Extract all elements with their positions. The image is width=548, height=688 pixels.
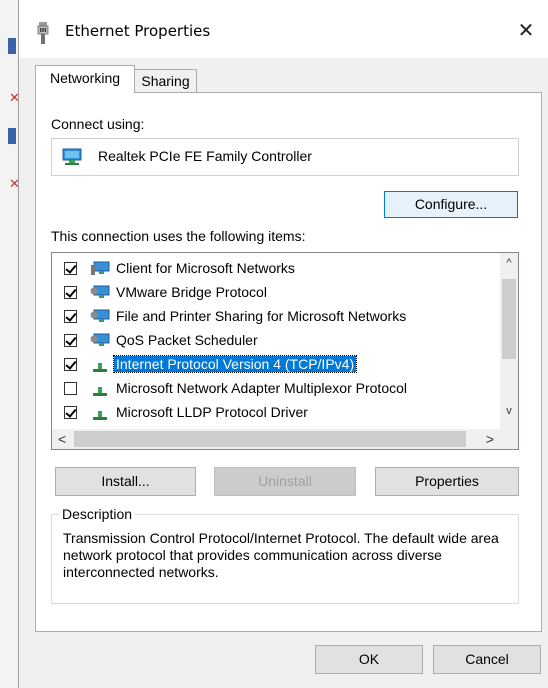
item-label: Client for Microsoft Networks <box>116 260 295 276</box>
ok-button[interactable]: OK <box>315 645 423 674</box>
uninstall-button[interactable]: Uninstall <box>214 467 356 496</box>
window-title: Ethernet Properties <box>65 22 211 40</box>
close-button[interactable]: ✕ <box>503 10 548 50</box>
item-label: Microsoft Network Adapter Multiplexor Pr… <box>116 380 407 396</box>
protocol-icon <box>93 363 107 372</box>
scroll-down-arrow-icon[interactable]: v <box>500 405 518 417</box>
item-label: Internet Protocol Version 4 (TCP/IPv4) <box>112 355 358 373</box>
list-item[interactable]: Microsoft Network Adapter Multiplexor Pr… <box>52 377 500 401</box>
network-service-icon <box>90 333 110 346</box>
background-window-strip: ✕ ✕ <box>0 0 20 688</box>
item-label: QoS Packet Scheduler <box>116 332 258 348</box>
list-item[interactable]: Microsoft LLDP Protocol Driver <box>52 401 500 425</box>
network-adapter-icon <box>62 148 82 165</box>
items-list[interactable]: Client for Microsoft Networks VMware Bri… <box>51 252 519 450</box>
adapter-name: Realtek PCIe FE Family Controller <box>98 148 312 164</box>
item-checkbox[interactable] <box>64 310 77 323</box>
list-item-selected[interactable]: Internet Protocol Version 4 (TCP/IPv4) <box>52 353 500 377</box>
protocol-icon <box>93 411 107 420</box>
item-checkbox[interactable] <box>64 406 77 419</box>
item-checkbox[interactable] <box>64 334 77 347</box>
ethernet-plug-icon <box>37 22 49 44</box>
horizontal-scroll-thumb[interactable] <box>74 431 466 447</box>
scroll-up-arrow-icon[interactable]: ^ <box>500 257 518 269</box>
scrollbar-corner <box>500 429 518 449</box>
item-label: VMware Bridge Protocol <box>116 284 267 300</box>
description-legend: Description <box>59 506 136 522</box>
horizontal-scrollbar[interactable]: < > <box>52 429 518 449</box>
scroll-right-arrow-icon[interactable]: > <box>486 431 494 447</box>
vertical-scrollbar[interactable]: ^ v <box>500 253 518 430</box>
cancel-button[interactable]: Cancel <box>433 645 541 674</box>
list-item[interactable]: VMware Bridge Protocol <box>52 281 500 305</box>
item-checkbox[interactable] <box>64 382 77 395</box>
item-checkbox[interactable] <box>64 358 77 371</box>
background-app-icon <box>8 128 16 144</box>
adapter-field: Realtek PCIe FE Family Controller <box>51 138 519 176</box>
install-button[interactable]: Install... <box>55 467 196 496</box>
item-checkbox[interactable] <box>64 262 77 275</box>
background-app-icon <box>8 38 16 54</box>
ethernet-properties-dialog: Ethernet Properties ✕ Networking Sharing… <box>18 0 548 688</box>
title-bar: Ethernet Properties ✕ <box>19 0 548 58</box>
network-service-icon <box>90 309 110 322</box>
item-label: Microsoft LLDP Protocol Driver <box>116 404 308 420</box>
description-text: Transmission Control Protocol/Internet P… <box>63 530 499 580</box>
vertical-scroll-thumb[interactable] <box>502 279 516 359</box>
list-item[interactable]: QoS Packet Scheduler <box>52 329 500 353</box>
items-label: This connection uses the following items… <box>51 228 306 244</box>
protocol-icon <box>93 387 107 396</box>
tab-sharing[interactable]: Sharing <box>135 69 197 93</box>
network-service-icon <box>90 285 110 298</box>
network-client-icon <box>91 261 110 275</box>
configure-button[interactable]: Configure... <box>384 191 518 218</box>
list-item[interactable]: File and Printer Sharing for Microsoft N… <box>52 305 500 329</box>
scroll-left-arrow-icon[interactable]: < <box>58 431 66 447</box>
tab-networking[interactable]: Networking <box>35 65 135 93</box>
item-checkbox[interactable] <box>64 286 77 299</box>
list-item[interactable]: Client for Microsoft Networks <box>52 257 500 281</box>
item-label: File and Printer Sharing for Microsoft N… <box>116 308 407 324</box>
properties-button[interactable]: Properties <box>375 467 519 496</box>
connect-using-label: Connect using: <box>51 116 145 132</box>
